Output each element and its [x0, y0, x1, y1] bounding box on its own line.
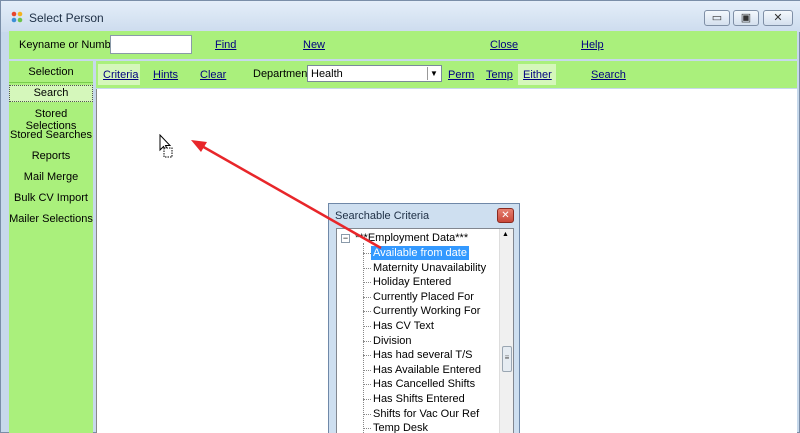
tree-item-label: Has Cancelled Shifts	[373, 378, 476, 390]
select-person-window: Select Person ▭ ▣ ✕ Keyname or Number Fi…	[0, 0, 800, 433]
collapse-icon[interactable]: −	[341, 234, 350, 243]
tree-item[interactable]: Maternity Unavailability	[337, 261, 497, 275]
close-icon: ✕	[773, 12, 783, 24]
tree-item-label: Has Shifts Entered	[373, 393, 465, 405]
tree-item[interactable]: Has Cancelled Shifts	[337, 377, 497, 391]
app-logo-icon	[11, 11, 23, 23]
criteria-toolbar: Criteria Hints Clear Department Health ▼…	[96, 61, 797, 88]
selection-sidebar: Selection Search Stored Selections Store…	[9, 61, 93, 433]
tree-item[interactable]: Has CV Text	[337, 319, 497, 333]
temp-option[interactable]: Temp	[486, 69, 513, 81]
grip-icon: ≡	[504, 353, 510, 362]
close-icon: ✕	[501, 210, 510, 221]
department-select[interactable]: Health ▼	[307, 65, 442, 82]
tree-item-label: Currently Placed For	[373, 291, 474, 303]
drag-cursor-icon	[159, 134, 173, 158]
window-title: Select Person	[29, 11, 104, 25]
tree-item-label: Temp Desk	[373, 422, 429, 433]
sidebar-item-mail-merge[interactable]: Mail Merge	[9, 171, 93, 183]
tree-item[interactable]: Temp Desk	[337, 421, 497, 433]
criteria-tab[interactable]: Criteria	[103, 69, 138, 81]
dialog-title: Searchable Criteria	[335, 210, 430, 222]
clear-link[interactable]: Clear	[200, 69, 226, 81]
department-label: Department	[253, 68, 311, 80]
dialog-close-button[interactable]: ✕	[497, 208, 514, 223]
sidebar-item-search[interactable]: Search	[9, 85, 93, 102]
tree-item-label: Division	[373, 335, 412, 347]
tree-item-label: Shifts for Vac Our Ref	[373, 408, 480, 420]
tree-item[interactable]: Currently Placed For	[337, 290, 497, 304]
sidebar-item-reports[interactable]: Reports	[9, 150, 93, 162]
maximize-icon: ▣	[740, 12, 752, 24]
tree-group-label: ***Employment Data***	[355, 232, 469, 244]
tree-item[interactable]: Has Available Entered	[337, 363, 497, 377]
tree-item-label: Currently Working For	[373, 305, 481, 317]
maximize-button[interactable]: ▣	[733, 10, 759, 26]
tree-item[interactable]: Holiday Entered	[337, 275, 497, 289]
tree-item[interactable]: Shifts for Vac Our Ref	[337, 407, 497, 421]
sidebar-item-stored-searches[interactable]: Stored Searches	[9, 129, 93, 141]
tree-item[interactable]: Has had several T/S	[337, 348, 497, 362]
either-option[interactable]: Either	[523, 69, 552, 81]
sidebar-item-mailer-selections[interactable]: Mailer Selections	[9, 213, 93, 225]
help-link[interactable]: Help	[581, 39, 604, 51]
close-link[interactable]: Close	[490, 39, 518, 51]
hints-tab[interactable]: Hints	[153, 69, 178, 81]
tree-item-label: Available from date	[371, 246, 469, 260]
keyname-input[interactable]	[110, 35, 192, 54]
tree-group-row[interactable]: − ***Employment Data***	[337, 231, 497, 245]
scrollbar-thumb[interactable]: ≡	[502, 346, 512, 372]
tree-item[interactable]: Currently Working For	[337, 304, 497, 318]
minimize-icon: ▭	[711, 12, 723, 24]
sidebar-heading: Selection	[9, 61, 93, 83]
chevron-down-icon[interactable]: ▼	[427, 67, 440, 80]
department-value: Health	[311, 68, 343, 80]
tree-item[interactable]: Division	[337, 334, 497, 348]
scroll-up-icon[interactable]: ▲	[502, 231, 509, 238]
tree-item-label: Has Available Entered	[373, 364, 482, 376]
new-link[interactable]: New	[303, 39, 325, 51]
tree-scrollbar[interactable]: ▲ ≡	[499, 229, 513, 433]
perm-option[interactable]: Perm	[448, 69, 474, 81]
tree-item-label: Has had several T/S	[373, 349, 473, 361]
tree-item-label: Maternity Unavailability	[373, 262, 487, 274]
criteria-tree[interactable]: − ***Employment Data*** Available from d…	[336, 228, 514, 433]
find-link[interactable]: Find	[215, 39, 236, 51]
searchable-criteria-dialog: Searchable Criteria ✕ − ***Employment Da…	[328, 203, 520, 433]
tree-item[interactable]: Has Shifts Entered	[337, 392, 497, 406]
search-link[interactable]: Search	[591, 69, 626, 81]
keyname-label: Keyname or Number	[19, 39, 121, 51]
sidebar-item-bulk-cv-import[interactable]: Bulk CV Import	[9, 192, 93, 204]
title-bar[interactable]: Select Person ▭ ▣ ✕	[1, 1, 800, 32]
minimize-button[interactable]: ▭	[704, 10, 730, 26]
tree-item-label: Holiday Entered	[373, 276, 452, 288]
tree-item-label: Has CV Text	[373, 320, 434, 332]
top-toolbar: Keyname or Number Find New Close Help	[9, 31, 797, 59]
tree-item[interactable]: Available from date	[337, 246, 497, 260]
close-window-button[interactable]: ✕	[763, 10, 793, 26]
